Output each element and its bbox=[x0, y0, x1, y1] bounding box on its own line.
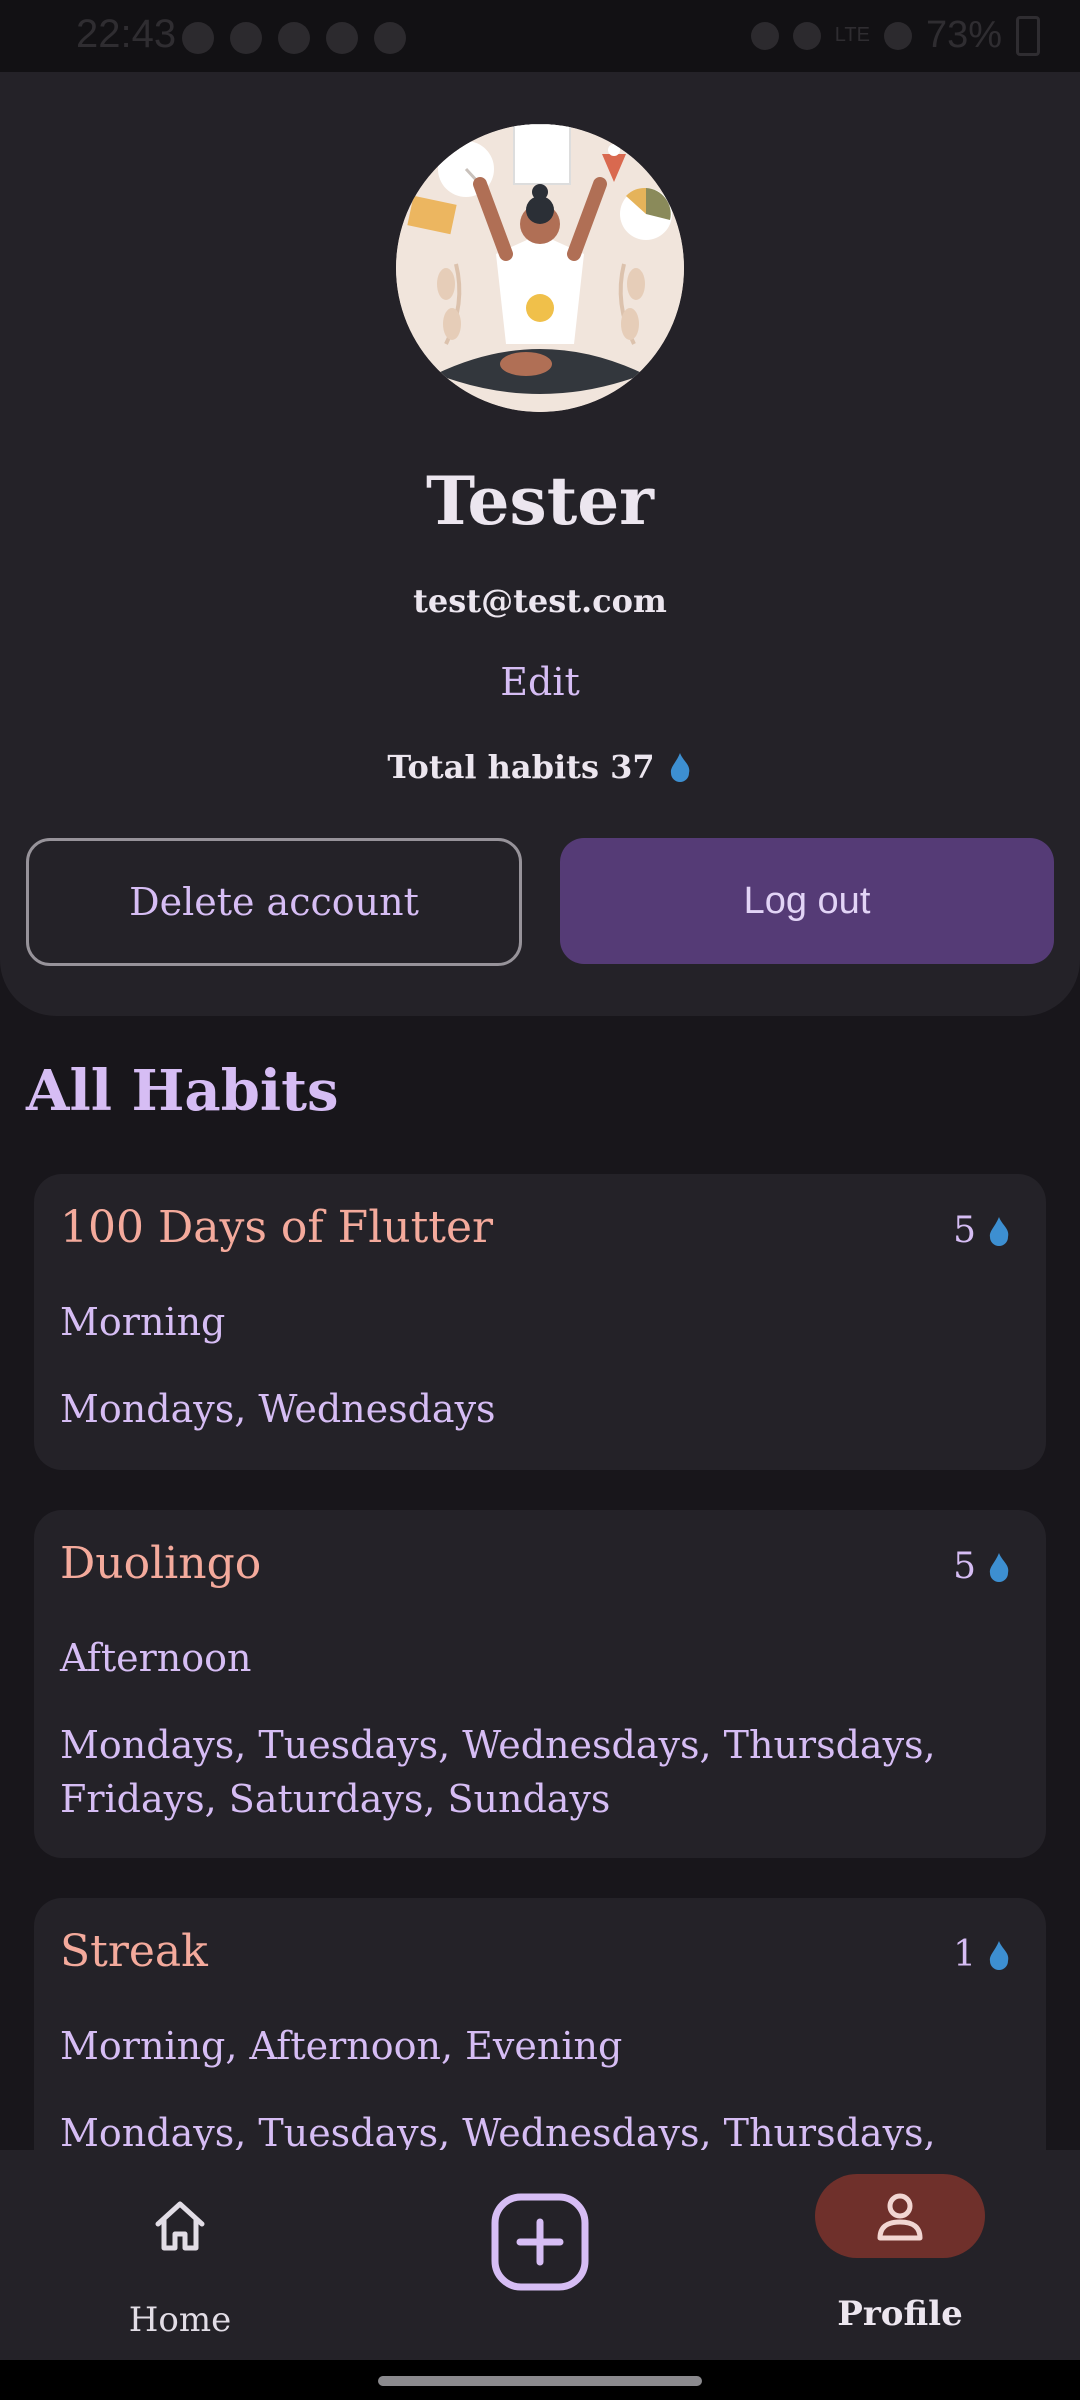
bottom-nav: Home Profile bbox=[0, 2150, 1080, 2360]
nav-profile-label: Profile bbox=[837, 2294, 963, 2334]
total-habits: Total habits 37 bbox=[0, 748, 1080, 786]
battery-icon bbox=[1016, 15, 1040, 56]
gesture-handle[interactable] bbox=[378, 2376, 702, 2386]
habit-streak: 5 bbox=[953, 1546, 1012, 1587]
nav-profile[interactable]: Profile bbox=[815, 2174, 985, 2334]
person-icon bbox=[877, 2193, 923, 2241]
edit-profile-link[interactable]: Edit bbox=[0, 660, 1080, 704]
bluetooth-icon bbox=[792, 21, 821, 50]
network-type: LTE bbox=[834, 24, 870, 46]
battery-percent: 73% bbox=[925, 14, 1002, 56]
habit-streak: 5 bbox=[953, 1210, 1012, 1251]
snapchat-icon bbox=[230, 22, 262, 54]
flame-icon bbox=[989, 1552, 1009, 1582]
habit-streak: 1 bbox=[953, 1934, 1012, 1975]
flame-icon bbox=[670, 753, 689, 782]
habit-time: Morning, Afternoon, Evening bbox=[60, 2024, 623, 2068]
logout-button[interactable]: Log out bbox=[560, 838, 1054, 964]
habit-days: Mondays, Tuesdays, Wednesdays, Thursdays… bbox=[60, 1723, 936, 1821]
streak-count: 5 bbox=[953, 1210, 976, 1251]
section-title: All Habits bbox=[26, 1058, 339, 1124]
signal-icon bbox=[883, 21, 912, 50]
snapchat-icon bbox=[326, 22, 358, 54]
status-time: 22:43 bbox=[76, 12, 177, 56]
habit-time: Afternoon bbox=[60, 1636, 252, 1680]
habit-name: Duolingo bbox=[60, 1538, 262, 1589]
snapchat-icon bbox=[278, 22, 310, 54]
gesture-bar bbox=[0, 2360, 1080, 2400]
add-box-icon bbox=[491, 2193, 589, 2291]
flame-icon bbox=[989, 1216, 1009, 1246]
nav-home-label: Home bbox=[128, 2300, 232, 2340]
home-icon bbox=[155, 2201, 205, 2251]
profile-email: test@test.com bbox=[413, 582, 667, 620]
habit-card[interactable]: Duolingo 5 Afternoon Mondays, Tuesdays, … bbox=[34, 1510, 1046, 1858]
system-icons: LTE 73% bbox=[750, 14, 1040, 57]
habit-name: 100 Days of Flutter bbox=[60, 1202, 494, 1253]
total-habits-label: Total habits 37 bbox=[387, 748, 655, 786]
habit-days: Mondays, Wednesdays bbox=[60, 1387, 496, 1431]
habit-name: Streak bbox=[60, 1926, 208, 1977]
message-icon bbox=[374, 22, 406, 54]
status-bar: 22:43 LTE 73% bbox=[0, 0, 1080, 72]
profile-card: Tester test@test.com Edit Total habits 3… bbox=[0, 72, 1080, 1016]
add-habit-button[interactable] bbox=[490, 2192, 590, 2292]
flame-icon bbox=[989, 1940, 1009, 1970]
avatar bbox=[396, 124, 684, 412]
whatsapp-icon bbox=[182, 22, 214, 54]
streak-count: 5 bbox=[953, 1546, 976, 1587]
profile-name: Tester bbox=[426, 462, 654, 540]
streak-count: 1 bbox=[953, 1934, 976, 1975]
notification-icons bbox=[182, 22, 406, 54]
alarm-icon bbox=[750, 21, 779, 50]
nav-home[interactable]: Home bbox=[100, 2180, 260, 2340]
habit-time: Morning bbox=[60, 1300, 226, 1344]
delete-account-button[interactable]: Delete account bbox=[26, 838, 522, 966]
habit-card[interactable]: 100 Days of Flutter 5 Morning Mondays, W… bbox=[34, 1174, 1046, 1470]
